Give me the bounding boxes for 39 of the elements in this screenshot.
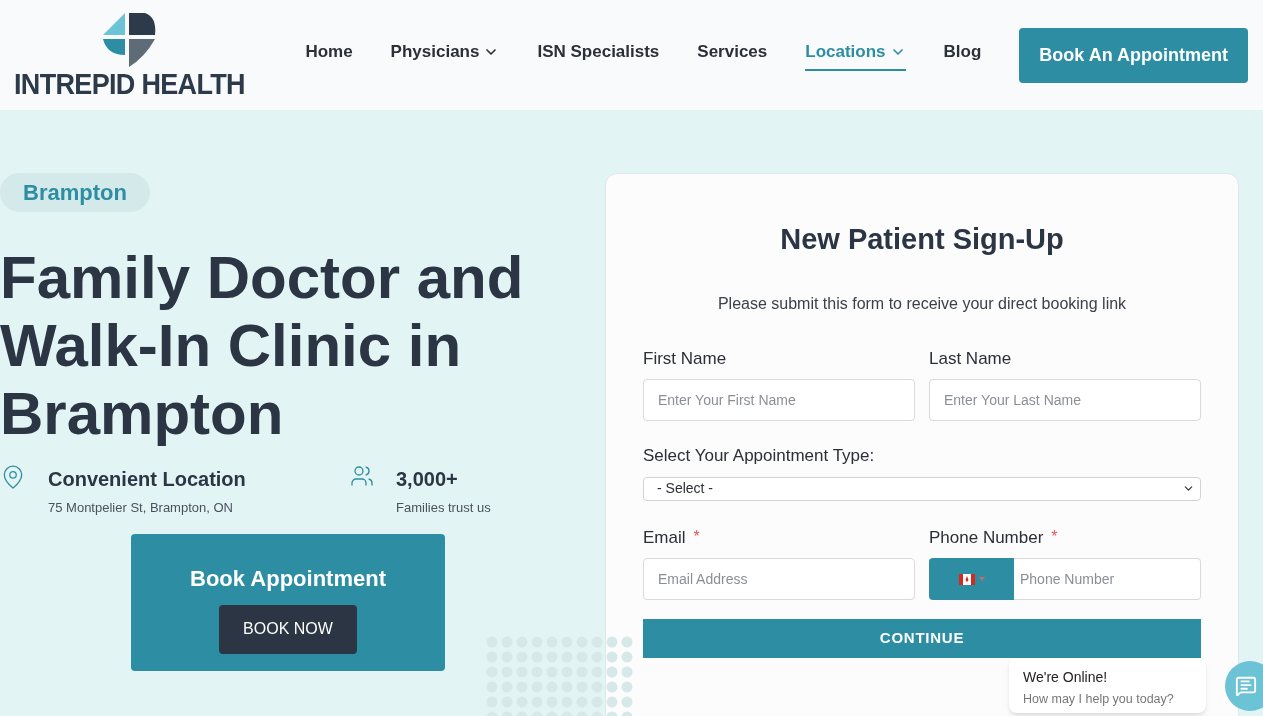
fact-heading: Convenient Location — [48, 467, 246, 492]
cta-title: Book Appointment — [190, 564, 386, 593]
book-now-button[interactable]: BOOK NOW — [219, 604, 357, 654]
required-mark: * — [1051, 527, 1058, 548]
location-badge: Brampton — [0, 173, 150, 212]
field-label: Phone Number — [929, 526, 1044, 549]
nav-link[interactable]: Locations — [805, 39, 906, 71]
logo-text: INTREPID HEALTH — [14, 69, 245, 99]
fact-heading: 3,000+ — [396, 467, 459, 492]
field-label: Email — [643, 526, 686, 549]
field-label: Select Your Appointment Type: — [643, 445, 876, 467]
book-appointment-button[interactable]: Book An Appointment — [1019, 27, 1248, 83]
nav-link[interactable]: Home — [305, 39, 353, 71]
form-title: New Patient Sign-Up — [779, 222, 1065, 257]
nav-link[interactable]: Physicians — [390, 39, 500, 71]
country-selector[interactable] — [929, 558, 1014, 600]
chat-icon — [1235, 675, 1257, 697]
continue-button[interactable]: CONTINUE — [643, 619, 1201, 658]
chat-text: How may I help you today? — [1023, 691, 1175, 708]
last-name-field[interactable]: Enter Your Last Name — [929, 379, 1201, 421]
field-label: First Name — [643, 347, 727, 370]
form-subtitle: Please submit this form to receive your direct booking link — [716, 293, 1128, 314]
hero-title: Family Doctor and Walk-In Clinic in Brampton — [0, 244, 525, 448]
field-label: Last Name — [929, 347, 1012, 370]
nav-link[interactable]: Services — [697, 39, 768, 71]
phone-field[interactable]: Phone Number — [1014, 558, 1201, 600]
first-name-field[interactable]: Enter Your First Name — [643, 379, 915, 421]
fact-text: Families trust us — [396, 499, 491, 517]
fact-text: 75 Montpelier St, Brampton, ON — [48, 499, 234, 517]
canada-flag-icon — [958, 573, 975, 585]
logo-icon — [101, 12, 158, 67]
appointment-type-select[interactable]: - Select - — [643, 476, 1201, 501]
nav-link[interactable]: Blog — [943, 39, 982, 71]
caret-icon — [978, 577, 985, 581]
people-icon — [350, 464, 374, 488]
email-field[interactable]: Email Address — [643, 558, 915, 600]
required-mark: * — [693, 527, 700, 548]
nav-link[interactable]: ISN Specialists — [537, 39, 660, 71]
chat-title: We're Online! — [1023, 668, 1109, 687]
